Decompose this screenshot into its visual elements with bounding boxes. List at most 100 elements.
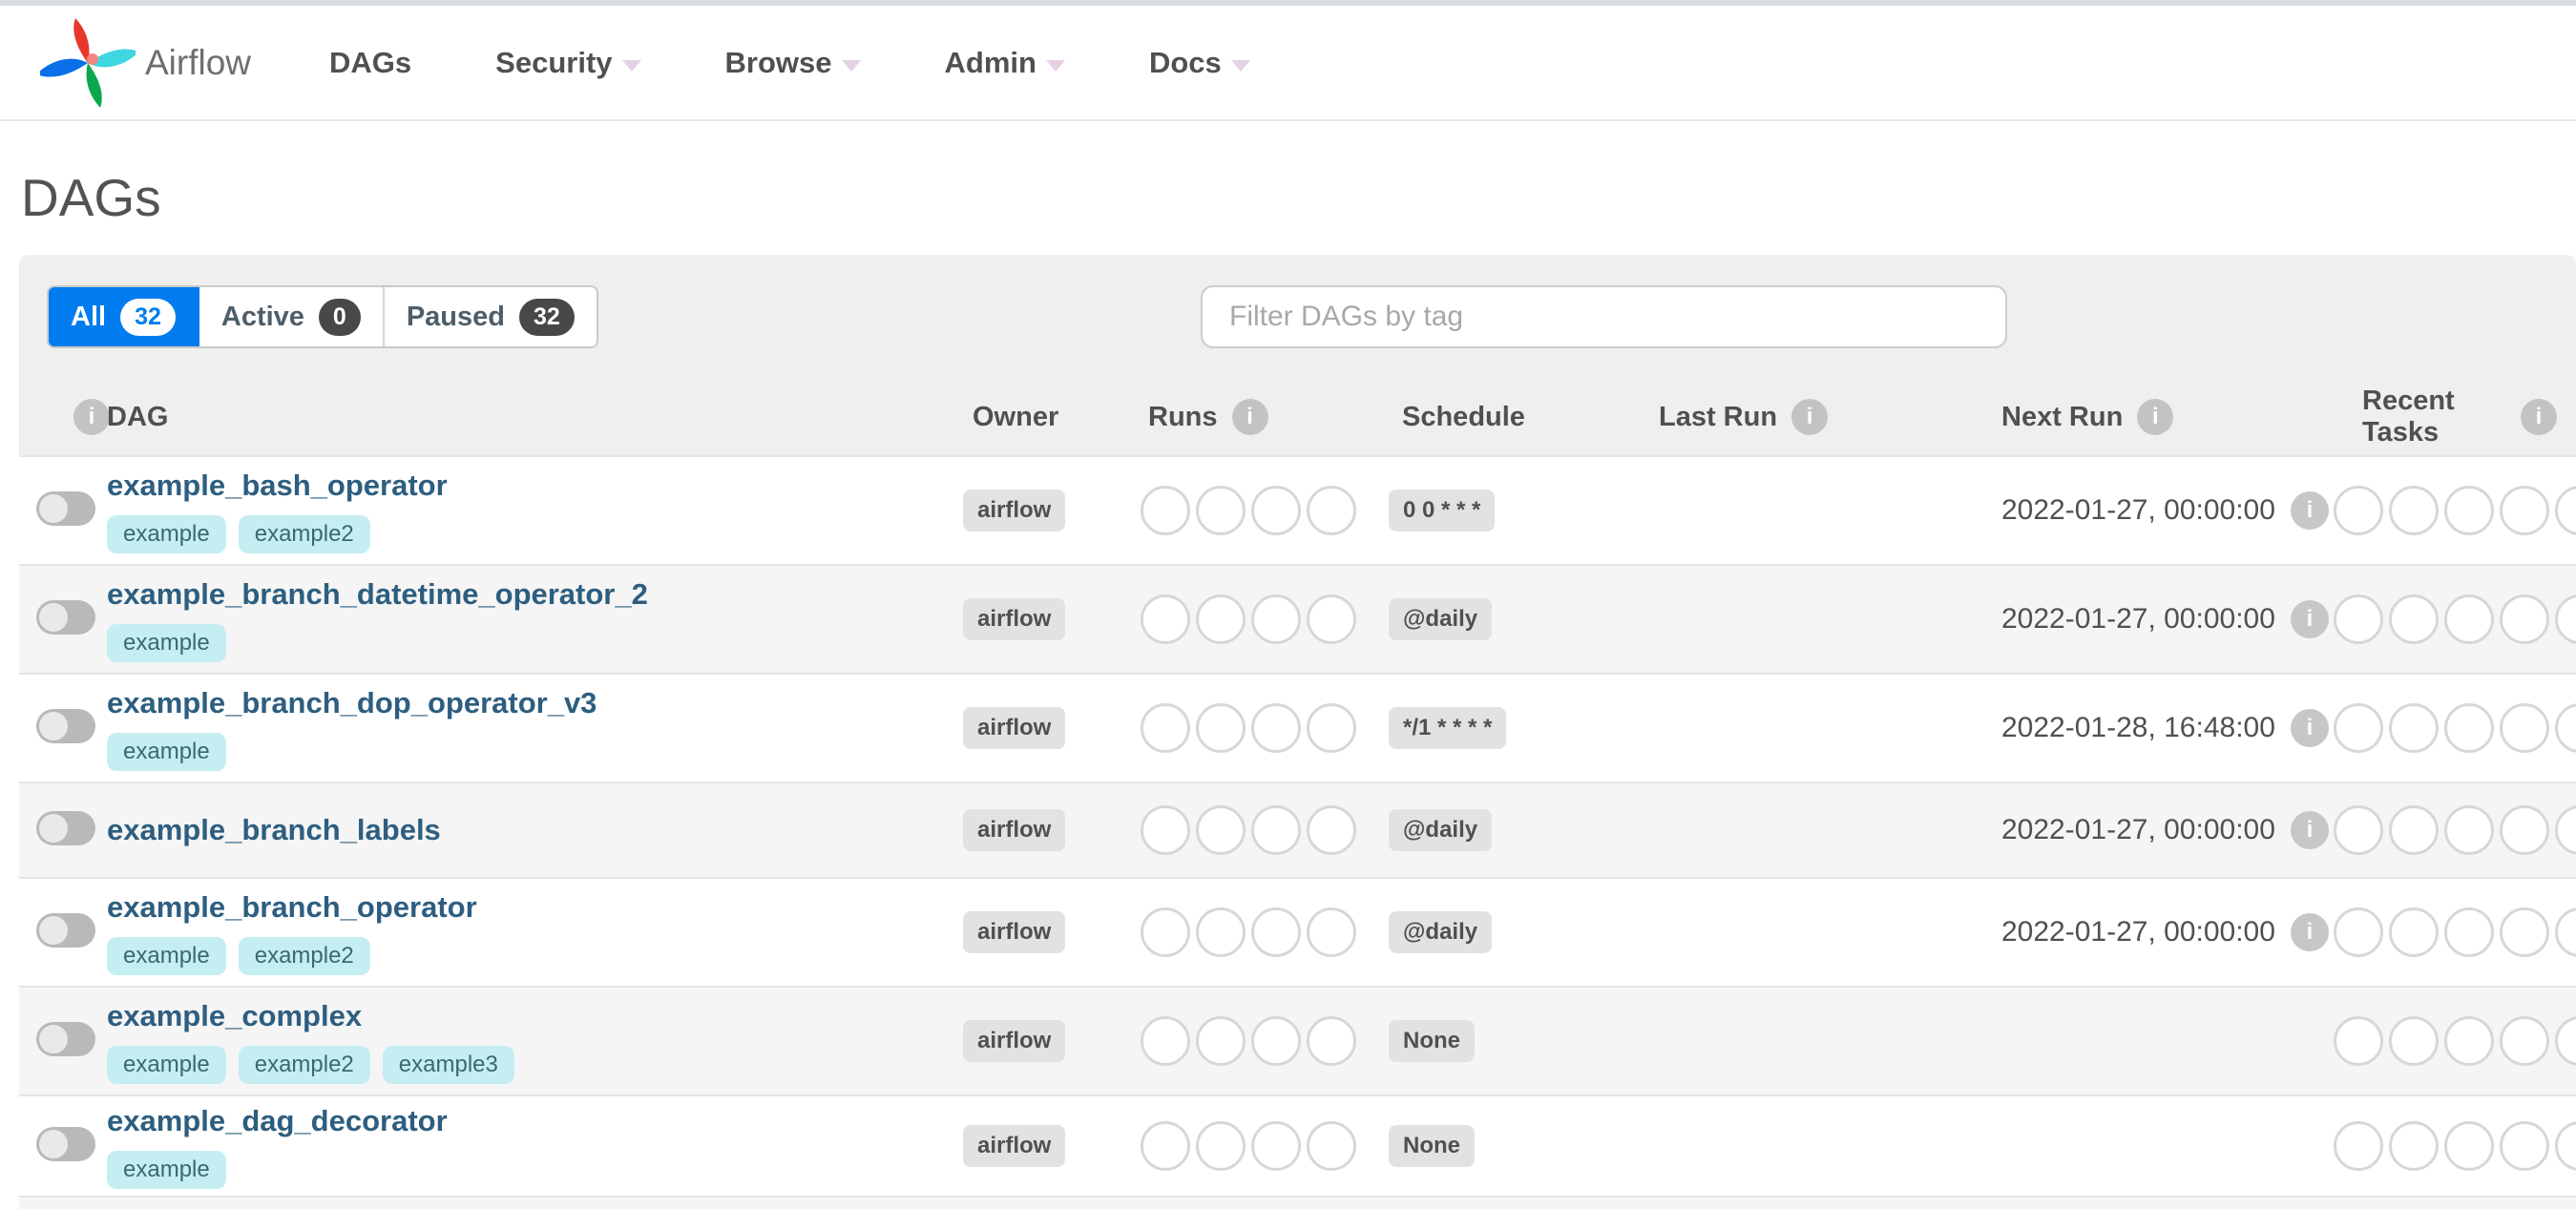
task-status-circle[interactable] [1307,1016,1356,1066]
schedule-badge[interactable]: 0 0 * * * [1389,490,1496,532]
dag-tag-example[interactable]: example [107,1045,226,1084]
dag-tag-example[interactable]: example [107,514,226,553]
schedule-badge[interactable]: @daily [1389,911,1493,953]
task-status-circle[interactable] [2444,805,2494,855]
task-status-circle[interactable] [1251,594,1301,644]
task-status-circle[interactable] [2444,1121,2494,1171]
task-status-circle[interactable] [2555,703,2576,753]
task-status-circle[interactable] [1141,594,1190,644]
task-status-circle[interactable] [2389,805,2439,855]
task-status-circle[interactable] [1196,703,1246,753]
task-status-circle[interactable] [1251,486,1301,535]
task-status-circle[interactable] [1141,907,1190,957]
info-icon[interactable]: i [2290,811,2329,849]
task-status-circle[interactable] [1196,907,1246,957]
info-icon[interactable]: i [1791,399,1829,435]
column-header-dag[interactable]: DAG [107,402,961,433]
dag-tag-example[interactable]: example [107,623,226,662]
info-icon[interactable]: i [2521,399,2557,435]
task-status-circle[interactable] [2500,805,2549,855]
task-status-circle[interactable] [1141,486,1190,535]
dag-name-link[interactable]: example_bash_operator [107,469,448,503]
schedule-badge[interactable]: None [1389,1125,1475,1167]
column-header-next-run[interactable]: Next Run i [1990,399,2334,435]
task-status-circle[interactable] [1251,703,1301,753]
airflow-logo-icon[interactable] [40,15,136,111]
task-status-circle[interactable] [2500,907,2549,957]
dag-tag-example[interactable]: example [107,732,226,771]
task-status-circle[interactable] [2444,594,2494,644]
nav-item-security[interactable]: Security [495,46,641,80]
nav-item-docs[interactable]: Docs [1149,46,1250,80]
info-icon[interactable]: i [2290,709,2329,747]
task-status-circle[interactable] [2389,486,2439,535]
pause-toggle[interactable] [36,599,95,635]
schedule-badge[interactable]: @daily [1389,598,1493,640]
task-status-circle[interactable] [1307,486,1356,535]
nav-item-dags[interactable]: DAGs [329,46,411,80]
task-status-circle[interactable] [2444,907,2494,957]
schedule-badge[interactable]: @daily [1389,809,1493,851]
filter-tab-active[interactable]: Active 0 [199,287,385,346]
task-status-circle[interactable] [2555,594,2576,644]
dag-name-link[interactable]: example_dag_decorator [107,1104,448,1138]
pause-toggle[interactable] [36,1126,95,1161]
task-status-circle[interactable] [2334,703,2383,753]
task-status-circle[interactable] [1251,1121,1301,1171]
pause-toggle[interactable] [36,810,95,845]
column-header-runs[interactable]: Runs i [1141,399,1389,435]
task-status-circle[interactable] [1307,594,1356,644]
task-status-circle[interactable] [2389,703,2439,753]
task-status-circle[interactable] [2389,907,2439,957]
info-icon[interactable]: i [2137,399,2174,435]
info-icon[interactable]: i [1231,399,1268,435]
column-header[interactable]: i [19,399,110,435]
task-status-circle[interactable] [2389,594,2439,644]
info-icon[interactable]: i [2290,600,2329,638]
task-status-circle[interactable] [1196,1121,1246,1171]
filter-tab-all[interactable]: All 32 [49,287,199,346]
dag-tag-example[interactable]: example [107,1150,226,1189]
brand-text[interactable]: Airflow [145,43,251,83]
task-status-circle[interactable] [2334,486,2383,535]
task-status-circle[interactable] [1251,805,1301,855]
task-status-circle[interactable] [2500,486,2549,535]
info-icon[interactable]: i [2290,491,2329,530]
task-status-circle[interactable] [2555,1121,2576,1171]
task-status-circle[interactable] [1307,805,1356,855]
column-header-last-run[interactable]: Last Run i [1651,399,1990,435]
task-status-circle[interactable] [2334,907,2383,957]
dag-name-link[interactable]: example_branch_datetime_operator_2 [107,577,648,612]
task-status-circle[interactable] [2500,703,2549,753]
dag-name-link[interactable]: example_branch_operator [107,890,477,925]
task-status-circle[interactable] [1196,1016,1246,1066]
task-status-circle[interactable] [2444,486,2494,535]
task-status-circle[interactable] [1251,1016,1301,1066]
dag-tag-example[interactable]: example [107,936,226,975]
info-icon[interactable]: i [2290,913,2329,951]
task-status-circle[interactable] [1196,805,1246,855]
task-status-circle[interactable] [2555,805,2576,855]
info-icon[interactable]: i [73,399,110,435]
pause-toggle[interactable] [36,912,95,948]
task-status-circle[interactable] [1307,703,1356,753]
task-status-circle[interactable] [1307,907,1356,957]
dag-tag-example2[interactable]: example2 [238,936,370,975]
pause-toggle[interactable] [36,1021,95,1056]
task-status-circle[interactable] [2500,1121,2549,1171]
task-status-circle[interactable] [1141,1016,1190,1066]
task-status-circle[interactable] [1196,486,1246,535]
task-status-circle[interactable] [2389,1016,2439,1066]
column-header-owner[interactable]: Owner [961,402,1141,433]
task-status-circle[interactable] [1141,703,1190,753]
filter-dags-by-tag-input[interactable] [1201,285,2007,348]
task-status-circle[interactable] [1141,805,1190,855]
task-status-circle[interactable] [2444,703,2494,753]
nav-item-admin[interactable]: Admin [945,46,1065,80]
task-status-circle[interactable] [2555,907,2576,957]
filter-tab-paused[interactable]: Paused 32 [384,287,597,346]
dag-name-link[interactable]: example_branch_dop_operator_v3 [107,686,597,720]
task-status-circle[interactable] [2500,1016,2549,1066]
schedule-badge[interactable]: None [1389,1020,1475,1062]
task-status-circle[interactable] [2555,1016,2576,1066]
